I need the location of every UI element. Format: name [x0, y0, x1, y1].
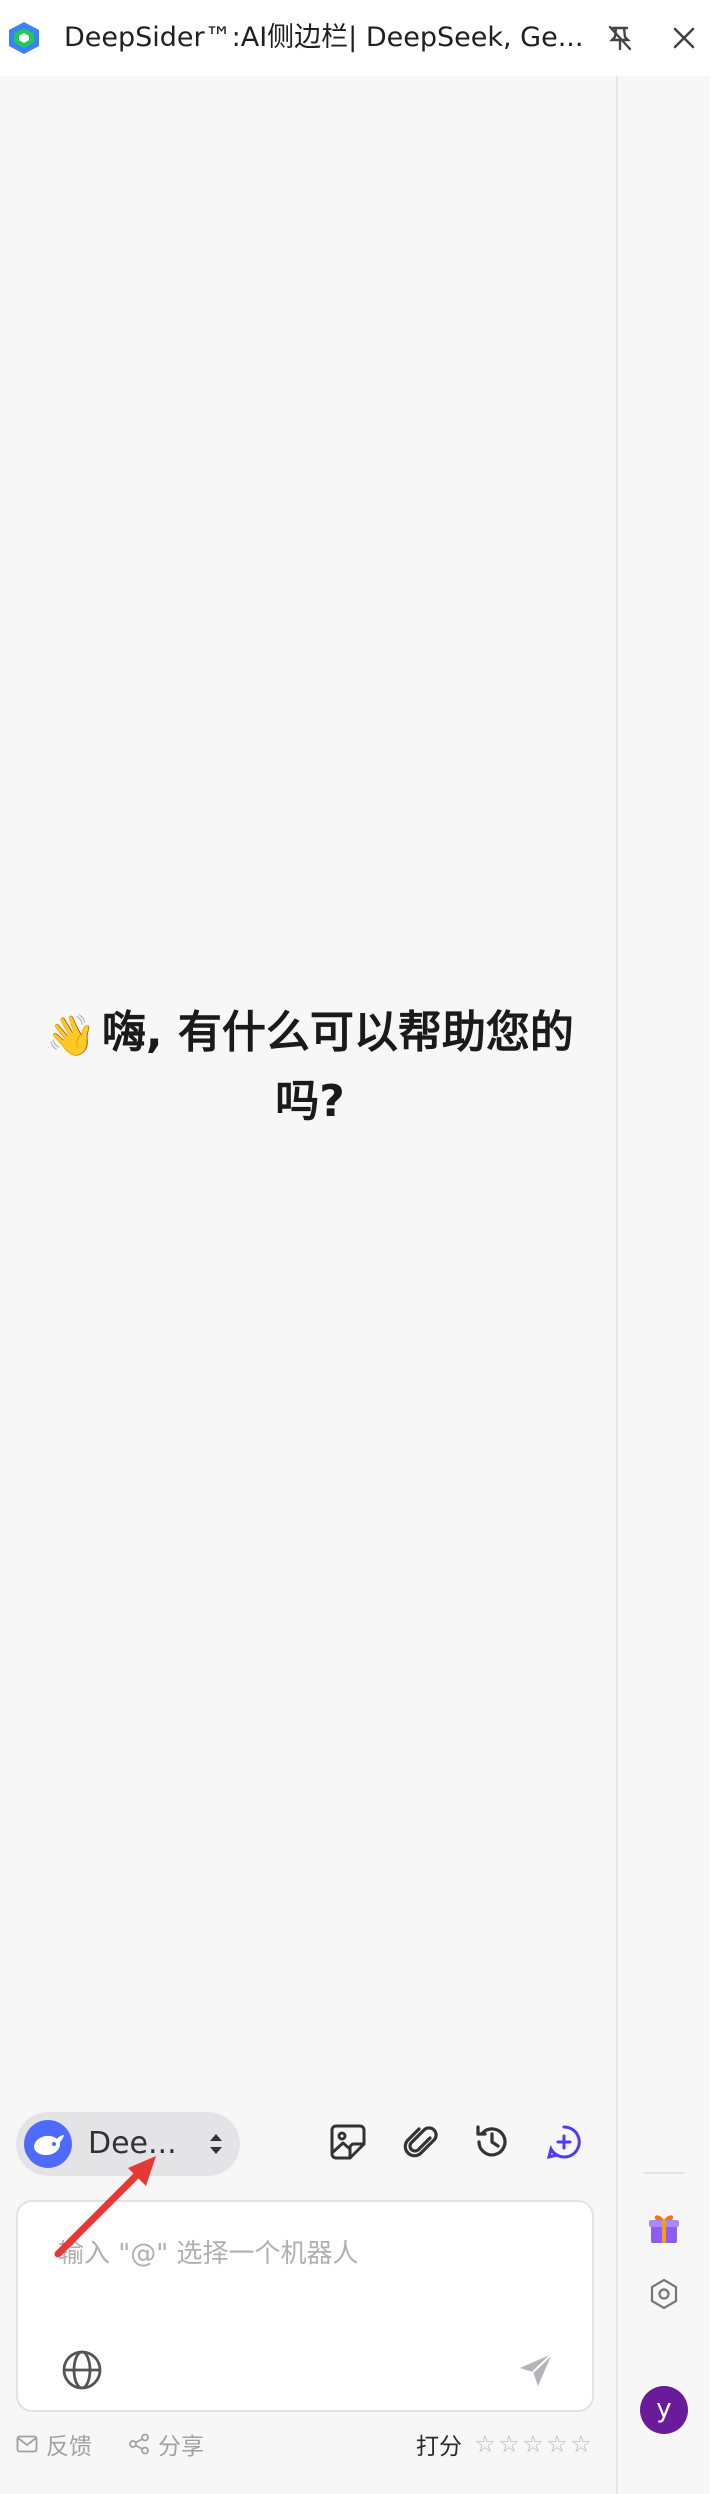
history-button[interactable]: [468, 2118, 516, 2166]
gift-icon: [649, 2215, 679, 2243]
star-rating: ☆ ☆ ☆ ☆ ☆: [474, 2426, 594, 2462]
history-icon: [476, 2125, 507, 2157]
rating-label: 打分: [416, 2434, 462, 2460]
settings-button[interactable]: [640, 2270, 688, 2318]
star-5[interactable]: ☆: [570, 2430, 594, 2458]
send-button[interactable]: [512, 2346, 560, 2394]
paperclip-icon: [403, 2126, 438, 2158]
star-3[interactable]: ☆: [522, 2430, 546, 2458]
star-4[interactable]: ☆: [546, 2430, 570, 2458]
welcome-greeting: 👋 嗨, 有什么可以帮助您的吗?: [20, 1000, 600, 1134]
globe-icon: [62, 2350, 102, 2390]
send-icon: [520, 2353, 553, 2386]
share-link[interactable]: 分享: [128, 2426, 204, 2462]
gift-button[interactable]: [640, 2204, 688, 2252]
right-rail: [618, 76, 710, 2494]
feedback-label: 反馈: [46, 2434, 92, 2460]
close-button[interactable]: [666, 20, 702, 56]
greeting-text: 嗨, 有什么可以帮助您的吗?: [101, 1007, 574, 1127]
window-edge: [710, 76, 728, 2494]
new-chat-button[interactable]: [540, 2118, 588, 2166]
attach-file-button[interactable]: [396, 2118, 444, 2166]
chevron-updown-icon: [210, 2134, 222, 2154]
star-2[interactable]: ☆: [498, 2430, 522, 2458]
annotation-arrow: [54, 2156, 156, 2258]
user-avatar[interactable]: y: [640, 2386, 688, 2434]
settings-hexagon-icon: [650, 2278, 678, 2310]
close-icon: [673, 27, 695, 49]
share-label: 分享: [158, 2434, 204, 2460]
title-bar: DeepSider™:AI侧边栏| DeepSeek, Ge...: [0, 0, 728, 76]
footer: 反馈 分享 打分 ☆ ☆ ☆ ☆ ☆: [0, 2424, 610, 2464]
unpin-button[interactable]: [602, 20, 638, 56]
mail-icon: [16, 2435, 38, 2453]
waving-hand-icon: 👋: [46, 1013, 96, 1059]
image-icon: [330, 2124, 366, 2160]
share-icon: [129, 2433, 149, 2455]
star-1[interactable]: ☆: [474, 2430, 498, 2458]
rail-separator: [644, 2172, 684, 2174]
feedback-link[interactable]: 反馈: [16, 2426, 92, 2462]
app-logo-icon: [9, 22, 39, 54]
image-upload-button[interactable]: [324, 2118, 372, 2166]
unpin-icon: [608, 25, 632, 51]
web-search-button[interactable]: [58, 2346, 106, 2394]
window-title: DeepSider™:AI侧边栏| DeepSeek, Ge...: [64, 22, 584, 53]
new-chat-icon: [546, 2125, 581, 2160]
